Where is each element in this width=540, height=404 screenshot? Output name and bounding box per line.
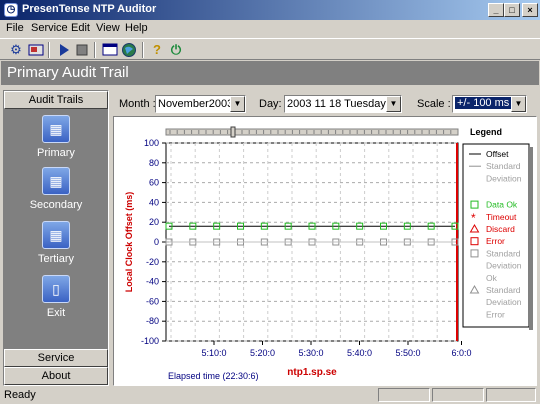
nav-secondary-label: Secondary (29, 199, 83, 211)
close-button[interactable]: × (522, 3, 538, 17)
menu-service[interactable]: Service (31, 22, 68, 34)
title-bar: ◷ PresenTense NTP Auditor _ □ × (0, 0, 540, 20)
y-tick-label: -20 (146, 257, 159, 267)
legend-entry-label: Offset (486, 149, 509, 159)
legend-entry-label: Deviation (486, 173, 522, 183)
chevron-down-icon[interactable]: ▼ (230, 96, 245, 112)
x-tick-label: 5:30:0 (298, 348, 323, 358)
status-pane (486, 388, 536, 402)
nav-primary-label: Primary (37, 147, 75, 159)
status-pane (378, 388, 430, 402)
legend-entry-label: Data Ok (486, 200, 518, 210)
nav-secondary[interactable]: ▦ Secondary (4, 167, 108, 211)
y-tick-label: -40 (146, 277, 159, 287)
x-tick-label: 6:0:0 (451, 348, 471, 358)
y-tick-label: -60 (146, 296, 159, 306)
chart-panel: 100 80 60 40 20 0 -20 -40 -60 -80 -100 5:10:0 5:20:0… (113, 116, 537, 386)
legend-entry-label: Error (486, 309, 505, 319)
menu-edit[interactable]: Edit (71, 22, 90, 34)
menu-bar: File Service Edit View Help (0, 20, 540, 38)
legend-shadow (529, 147, 533, 330)
offset-chart: 100 80 60 40 20 0 -20 -40 -60 -80 -100 5:10:0 5:20:0… (124, 126, 533, 381)
legend-entry-label: Timeout (486, 212, 517, 222)
window-title: PresenTense NTP Auditor (22, 3, 157, 15)
legend-entry-label: Standard (486, 248, 521, 258)
y-tick-label: -100 (141, 336, 159, 346)
legend-entry-label: Discard (486, 224, 515, 234)
day-value: 2003 11 18 Tuesday (287, 98, 386, 110)
y-axis-label: Local Clock Offset (ms) (124, 192, 134, 293)
legend-entry-label: Standard (486, 161, 521, 171)
y-tick-label: 20 (149, 217, 159, 227)
x-axis-label: Elapsed time (22:30:6) (168, 371, 259, 381)
nav-tertiary[interactable]: ▦ Tertiary (4, 221, 108, 265)
nav-exit[interactable]: ▯ Exit (4, 275, 108, 319)
tertiary-trail-icon: ▦ (42, 221, 70, 249)
toolbar-separator (142, 42, 144, 58)
service-section-button[interactable]: Service (4, 349, 108, 367)
toolbar-separator (48, 42, 50, 58)
legend-entry-label: Ok (486, 273, 498, 283)
x-tick-label: 5:20:0 (250, 348, 275, 358)
nav-exit-label: Exit (46, 307, 66, 319)
exit-door-icon: ▯ (42, 275, 70, 303)
maximize-button[interactable]: □ (504, 3, 520, 17)
audit-trails-panel: Audit Trails ▦ Primary ▦ Secondary ▦ Ter… (3, 90, 109, 386)
chevron-down-icon[interactable]: ▼ (511, 96, 526, 112)
status-pane (432, 388, 484, 402)
nav-primary[interactable]: ▦ Primary (4, 115, 108, 159)
legend-asterisk-marker: * (471, 211, 476, 225)
y-tick-label: 80 (149, 158, 159, 168)
scale-label: Scale : (417, 98, 451, 110)
audit-trails-section-button[interactable]: Audit Trails (4, 91, 108, 109)
globe-icon[interactable] (121, 42, 137, 58)
chevron-down-icon[interactable]: ▼ (386, 96, 401, 112)
y-tick-label: 0 (154, 237, 159, 247)
month-select[interactable]: November2003 ▼ (155, 95, 246, 113)
x-tick-label: 5:40:0 (347, 348, 372, 358)
y-tick-label: 60 (149, 178, 159, 188)
page-title: Primary Audit Trail (1, 61, 539, 85)
time-scroll-thumb[interactable] (230, 126, 236, 138)
power-icon[interactable]: ⏻ (168, 42, 184, 58)
monitor-window-icon[interactable] (102, 42, 118, 58)
secondary-trail-icon: ▦ (42, 167, 70, 195)
y-tick-label: 100 (144, 138, 159, 148)
server-name-label: ntp1.sp.se (287, 367, 337, 378)
help-question-icon[interactable]: ? (149, 42, 165, 58)
x-tick-label: 5:10:0 (201, 348, 226, 358)
app-clock-icon[interactable]: ◷ (4, 3, 18, 17)
toolbar-separator (94, 42, 96, 58)
month-value: November2003 (158, 98, 234, 110)
scale-select[interactable]: +/- 100 ms ▼ (452, 95, 527, 113)
day-label: Day: (259, 98, 282, 110)
server-config-icon[interactable] (28, 42, 44, 58)
y-tick-label: -80 (146, 316, 159, 326)
x-tick-label: 5:50:0 (395, 348, 420, 358)
menu-help[interactable]: Help (125, 22, 148, 34)
nav-tertiary-label: Tertiary (37, 253, 75, 265)
legend-title: Legend (470, 127, 502, 137)
minimize-button[interactable]: _ (488, 3, 504, 17)
month-label: Month : (119, 98, 156, 110)
toolbar: ⚙ ? ⏻ (0, 38, 540, 60)
stop-icon[interactable] (74, 42, 90, 58)
settings-gear-icon[interactable]: ⚙ (8, 42, 24, 58)
menu-view[interactable]: View (96, 22, 120, 34)
scale-value: +/- 100 ms (455, 97, 512, 109)
menu-file[interactable]: File (6, 22, 24, 34)
play-icon[interactable] (56, 42, 72, 58)
legend-entry-label: Standard (486, 285, 521, 295)
y-tick-label: 40 (149, 197, 159, 207)
time-scroll-track (165, 128, 459, 136)
primary-trail-icon: ▦ (42, 115, 70, 143)
day-select[interactable]: 2003 11 18 Tuesday ▼ (284, 95, 402, 113)
about-section-button[interactable]: About (4, 367, 108, 385)
legend-entry-label: Deviation (486, 261, 522, 271)
status-bar: Ready (0, 386, 540, 404)
status-text: Ready (4, 389, 36, 401)
legend-entry-label: Deviation (486, 297, 522, 307)
legend-entry-label: Error (486, 236, 505, 246)
